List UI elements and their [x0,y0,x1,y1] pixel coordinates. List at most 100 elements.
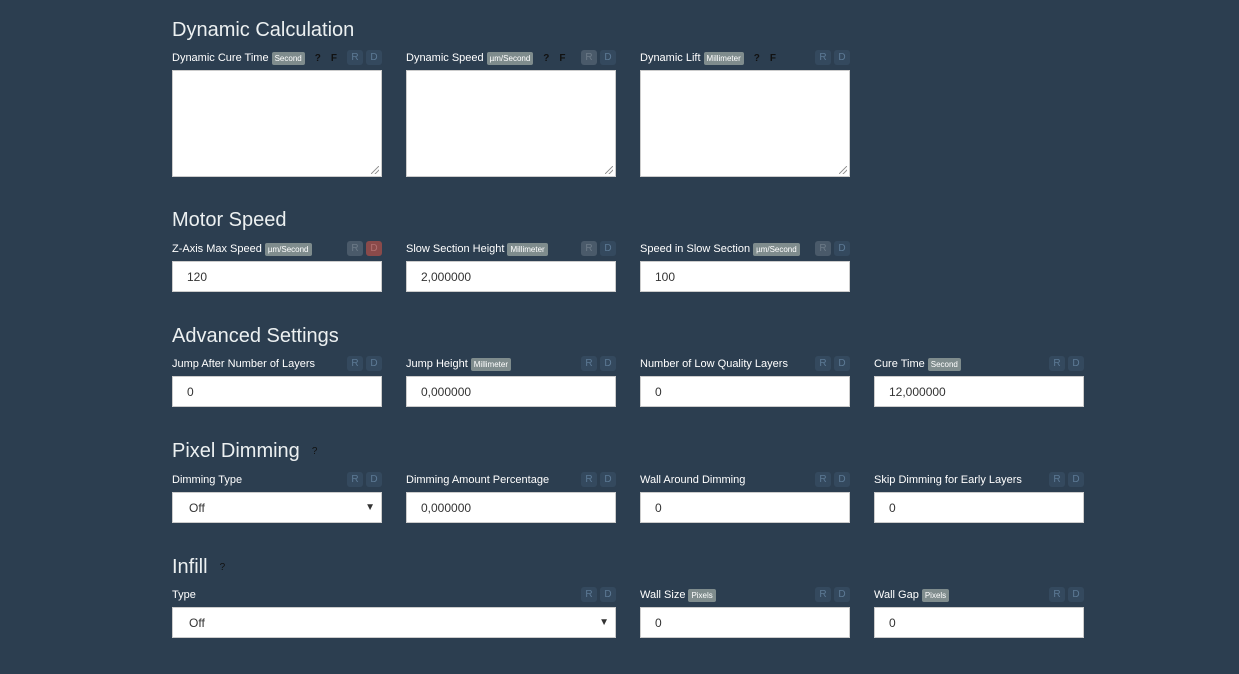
selected-value: Off [189,615,205,630]
skip-dimming-for-early-layers-input[interactable]: 0 [874,492,1084,523]
default-button[interactable]: D [834,241,850,256]
help-button[interactable]: ? [220,562,226,573]
default-button[interactable]: D [600,356,616,371]
field-wall-around-dimming: Wall Around Dimming R D 0 [640,471,850,523]
field-label: Number of Low Quality Layers [640,358,788,370]
field-label: Wall Size [640,589,686,601]
dynamic-speed-textarea[interactable] [406,70,616,177]
default-button[interactable]: D [1068,587,1084,602]
unit-badge: µm/Second [753,242,800,256]
unit-badge: Millimeter [507,242,548,256]
jump-height-input[interactable]: 0,000000 [406,376,616,407]
resize-grip-icon[interactable] [371,166,379,174]
default-button[interactable]: D [834,356,850,371]
reset-button[interactable]: R [815,241,831,256]
reset-button[interactable]: R [815,472,831,487]
field-label: Jump After Number of Layers [172,358,316,370]
default-button[interactable]: D [834,472,850,487]
reset-button[interactable]: R [1049,472,1065,487]
resize-grip-icon[interactable] [605,166,613,174]
default-button[interactable]: D [1068,356,1084,371]
resize-grip-icon[interactable] [839,166,847,174]
field-label: Jump Height [406,358,468,370]
default-button[interactable]: D [834,587,850,602]
field-label: Dynamic Cure Time [172,52,269,64]
reset-button[interactable]: R [1049,356,1065,371]
default-button[interactable]: D [600,587,616,602]
field-label: Wall Gap [874,589,919,601]
jump-after-number-of-layers-input[interactable]: 0 [172,376,382,407]
field-jump-height: Jump Height Millimeter R D 0,000000 [406,355,616,407]
help-button[interactable]: ? [754,53,760,64]
reset-button[interactable]: R [815,50,831,65]
unit-badge: Second [271,51,305,65]
field-label: Dynamic Speed [406,52,484,64]
formula-button[interactable]: F [770,53,776,64]
field-label: Wall Around Dimming [640,474,746,486]
reset-button[interactable]: R [581,587,597,602]
reset-button[interactable]: R [581,472,597,487]
default-button[interactable]: D [366,50,382,65]
default-button[interactable]: D [600,50,616,65]
reset-button[interactable]: R [347,50,363,65]
field-dimming-type: Dimming Type R D Off ▼ [172,471,382,523]
field-dimming-amount-percentage: Dimming Amount Percentage R D 0,000000 [406,471,616,523]
reset-button[interactable]: R [581,241,597,256]
field-label: Skip Dimming for Early Layers [874,474,1022,486]
reset-button[interactable]: R [815,356,831,371]
section-title-text: Infill [172,556,208,578]
help-button[interactable]: ? [543,53,549,64]
help-button[interactable]: ? [315,53,321,64]
speed-in-slow-section-input[interactable]: 100 [640,261,850,292]
dynamic-cure-time-textarea[interactable] [172,70,382,177]
slow-section-height-input[interactable]: 2,000000 [406,261,616,292]
field-dynamic-lift: Dynamic Lift Millimeter ? F R D [640,49,850,177]
reset-button[interactable]: R [581,50,597,65]
cure-time-input[interactable]: 12,000000 [874,376,1084,407]
field-label: Z-Axis Max Speed [172,243,262,255]
default-button[interactable]: D [366,241,382,256]
field-cure-time: Cure Time Second R D 12,000000 [874,355,1084,407]
reset-button[interactable]: R [347,472,363,487]
formula-button[interactable]: F [559,53,565,64]
reset-button[interactable]: R [815,587,831,602]
dimming-type-select[interactable]: Off ▼ [172,492,382,523]
field-dynamic-cure-time: Dynamic Cure Time Second ? F R D [172,49,382,177]
selected-value: Off [189,500,205,515]
field-infill-type: Type R D Off ▼ [172,586,616,638]
default-button[interactable]: D [366,356,382,371]
reset-button[interactable]: R [1049,587,1065,602]
default-button[interactable]: D [600,241,616,256]
unit-badge: Second [927,357,961,371]
wall-around-dimming-input[interactable]: 0 [640,492,850,523]
unit-badge: Millimeter [703,51,744,65]
wall-gap-input[interactable]: 0 [874,607,1084,638]
field-label: Cure Time [874,358,925,370]
wall-size-input[interactable]: 0 [640,607,850,638]
dynamic-lift-textarea[interactable] [640,70,850,177]
infill-type-select[interactable]: Off ▼ [172,607,616,638]
field-z-axis-max-speed: Z-Axis Max Speed µm/Second R D 120 [172,240,382,292]
section-title-motor-speed: Motor Speed [172,209,287,231]
reset-button[interactable]: R [581,356,597,371]
reset-button[interactable]: R [347,241,363,256]
number-of-low-quality-layers-input[interactable]: 0 [640,376,850,407]
unit-badge: Pixels [921,588,950,602]
help-button[interactable]: ? [312,446,318,457]
unit-badge: µm/Second [264,242,312,256]
reset-button[interactable]: R [347,356,363,371]
default-button[interactable]: D [834,50,850,65]
section-title-pixel-dimming: Pixel Dimming? [172,439,317,464]
default-button[interactable]: D [366,472,382,487]
field-label: Slow Section Height [406,243,505,255]
field-jump-after-number-of-layers: Jump After Number of Layers R D 0 [172,355,382,407]
field-number-of-low-quality-layers: Number of Low Quality Layers R D 0 [640,355,850,407]
unit-badge: µm/Second [486,51,534,65]
field-label: Dimming Amount Percentage [406,474,550,486]
field-label: Speed in Slow Section [640,243,751,255]
default-button[interactable]: D [600,472,616,487]
default-button[interactable]: D [1068,472,1084,487]
formula-button[interactable]: F [331,53,337,64]
z-axis-max-speed-input[interactable]: 120 [172,261,382,292]
dimming-amount-percentage-input[interactable]: 0,000000 [406,492,616,523]
